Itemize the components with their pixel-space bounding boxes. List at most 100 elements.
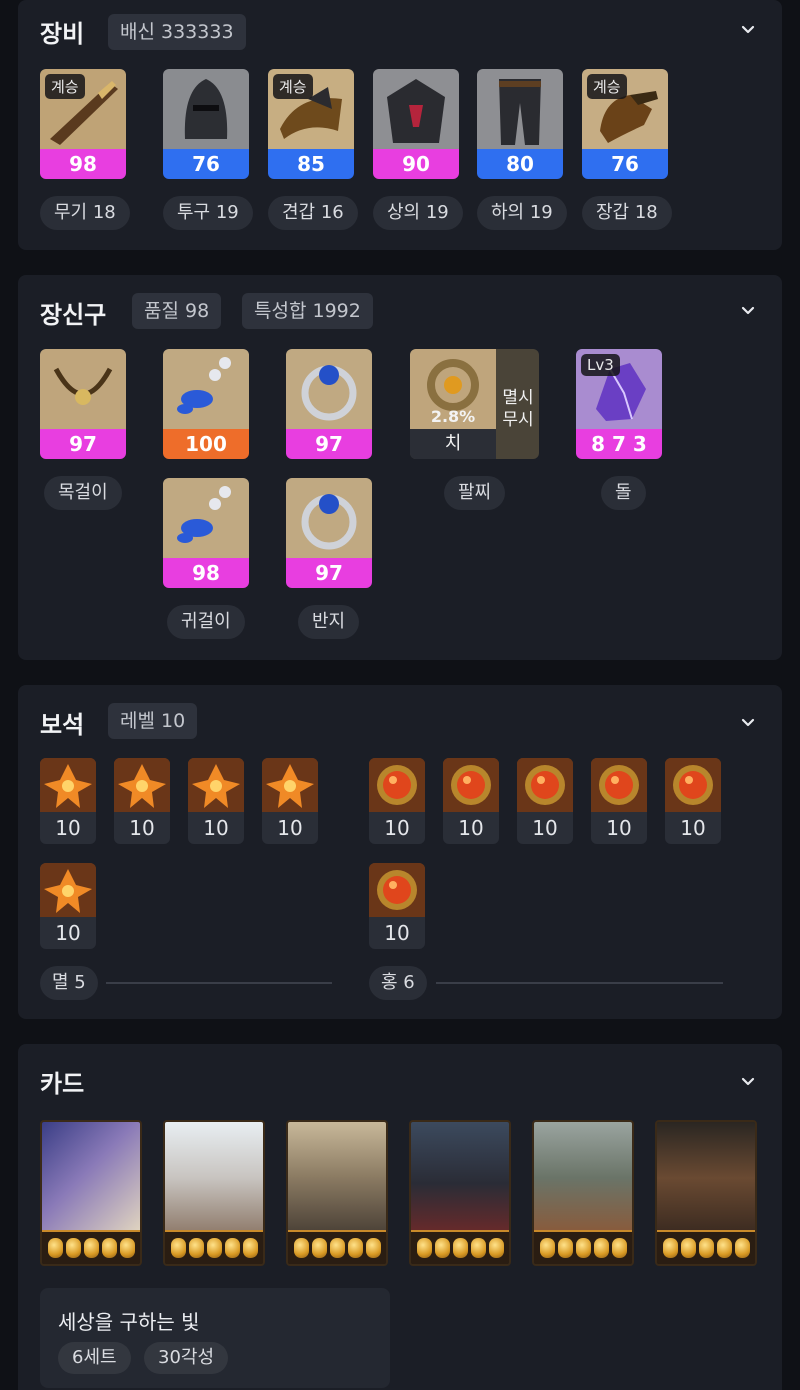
gem-level: 10 (680, 816, 706, 840)
bracelet-effect-2: 무시 (502, 410, 534, 430)
equipment-item-weapon[interactable]: 계승 98 (40, 69, 126, 179)
awakening-gem-icon (593, 1238, 609, 1258)
stone-level: Lv3 (581, 354, 620, 376)
equipment-item-shoulder[interactable]: 계승 85 (268, 69, 354, 179)
card-3[interactable] (286, 1120, 388, 1266)
awakening-gem-icon (557, 1238, 573, 1258)
gem-level: 10 (384, 921, 410, 945)
inheritance-tag: 계승 (45, 74, 85, 99)
awakening-gem-icon (539, 1238, 555, 1258)
section-title: 카드 (40, 1070, 85, 1098)
gem-level: 10 (384, 816, 410, 840)
gem-level: 10 (532, 816, 558, 840)
card-1[interactable] (40, 1120, 142, 1266)
equipment-item-pants[interactable]: 80 (477, 69, 563, 179)
accessory-ring-1[interactable]: 97 (286, 349, 372, 459)
gem-crimson[interactable]: 10 (369, 863, 425, 949)
gem-level: 10 (606, 816, 632, 840)
card-art (42, 1122, 140, 1234)
gem-level: 10 (277, 816, 303, 840)
gem-crimson-icon (443, 758, 499, 812)
accessory-label: 팔찌 (444, 476, 506, 510)
card-art (165, 1122, 263, 1234)
chevron-down-icon[interactable] (740, 715, 756, 731)
gems-section: 보석 레벨 10 10 10 10 10 10 10 10 10 10 10 1… (18, 685, 782, 1019)
awakening-gem-icon (119, 1238, 135, 1258)
gem-crimson-icon (665, 758, 721, 812)
quality-badge: 품질 98 (132, 293, 222, 329)
quality-value: 76 (163, 149, 249, 179)
gem-annihilation[interactable]: 10 (114, 758, 170, 844)
card-2[interactable] (163, 1120, 265, 1266)
awakening-gem-icon (470, 1238, 486, 1258)
accessory-necklace[interactable]: 97 (40, 349, 126, 459)
accessories-section: 장신구 품질 98 특성합 1992 97 목걸이 100 97 2.8% 치 … (18, 275, 782, 660)
card-awakening (534, 1230, 632, 1264)
gem-annihilation[interactable]: 10 (40, 863, 96, 949)
quality-value: 100 (163, 429, 249, 459)
gem-crimson-icon (369, 758, 425, 812)
gem-annihilation[interactable]: 10 (40, 758, 96, 844)
gem-crimson[interactable]: 10 (591, 758, 647, 844)
accessory-ring-2[interactable]: 97 (286, 478, 372, 588)
card-5[interactable] (532, 1120, 634, 1266)
quality-value: 90 (373, 149, 459, 179)
awakening-gem-icon (716, 1238, 732, 1258)
quality-value: 97 (40, 429, 126, 459)
awakening-gem-icon (242, 1238, 258, 1258)
gem-annihilation-icon (262, 758, 318, 812)
cards-section: 카드 세상을 구하는 빛 6세트 30각성 (18, 1044, 782, 1390)
gem-annihilation[interactable]: 10 (188, 758, 244, 844)
chevron-down-icon[interactable] (740, 303, 756, 319)
quality-value: 97 (286, 558, 372, 588)
card-set-name: 세상을 구하는 빛 (58, 1310, 200, 1334)
awakening-gem-icon (170, 1238, 186, 1258)
card-4[interactable] (409, 1120, 511, 1266)
chest-armor-icon (373, 69, 459, 149)
quality-value: 80 (477, 149, 563, 179)
gem-crimson-icon (591, 758, 647, 812)
quality-value: 98 (40, 149, 126, 179)
awakening-gem-icon (365, 1238, 381, 1258)
gem-level: 10 (203, 816, 229, 840)
ring-icon (286, 349, 372, 429)
card-art (411, 1122, 509, 1234)
equipment-item-chest[interactable]: 90 (373, 69, 459, 179)
section-title: 보석 (40, 711, 85, 739)
awakening-gem-icon (188, 1238, 204, 1258)
pants-icon (477, 69, 563, 149)
awakening-gem-icon (329, 1238, 345, 1258)
card-set-box[interactable]: 세상을 구하는 빛 6세트 30각성 (40, 1288, 390, 1388)
card-6[interactable] (655, 1120, 757, 1266)
accessory-stone[interactable]: Lv3 8 7 3 (576, 349, 662, 459)
bracelet-stat: 치 (410, 429, 496, 459)
accessory-bracelet[interactable]: 2.8% 치 멸시 무시 (410, 349, 539, 459)
card-awakening (288, 1230, 386, 1264)
gem-annihilation[interactable]: 10 (262, 758, 318, 844)
gem-crimson[interactable]: 10 (517, 758, 573, 844)
gem-level: 10 (55, 921, 81, 945)
quality-value: 85 (268, 149, 354, 179)
gem-crimson[interactable]: 10 (369, 758, 425, 844)
card-awakening-total: 30각성 (144, 1342, 229, 1374)
accessory-label: 귀걸이 (167, 605, 245, 639)
accessory-earring-1[interactable]: 100 (163, 349, 249, 459)
gem-crimson-icon (517, 758, 573, 812)
awakening-gem-icon (101, 1238, 117, 1258)
quality-value: 97 (286, 429, 372, 459)
gem-crimson[interactable]: 10 (443, 758, 499, 844)
equipment-label: 장갑 18 (582, 196, 672, 230)
equipment-item-helmet[interactable]: 76 (163, 69, 249, 179)
card-awakening (165, 1230, 263, 1264)
accessory-label: 반지 (298, 605, 360, 639)
gem-annihilation-icon (40, 758, 96, 812)
chevron-down-icon[interactable] (740, 22, 756, 38)
awakening-gem-icon (311, 1238, 327, 1258)
equipment-item-gloves[interactable]: 계승 76 (582, 69, 668, 179)
gem-crimson[interactable]: 10 (665, 758, 721, 844)
gem-level: 10 (458, 816, 484, 840)
awakening-gem-icon (224, 1238, 240, 1258)
chevron-down-icon[interactable] (740, 1074, 756, 1090)
equipment-section: 장비 배신 333333 계승 98 무기 18 76 투구 19 계승 85 … (18, 0, 782, 250)
accessory-earring-2[interactable]: 98 (163, 478, 249, 588)
